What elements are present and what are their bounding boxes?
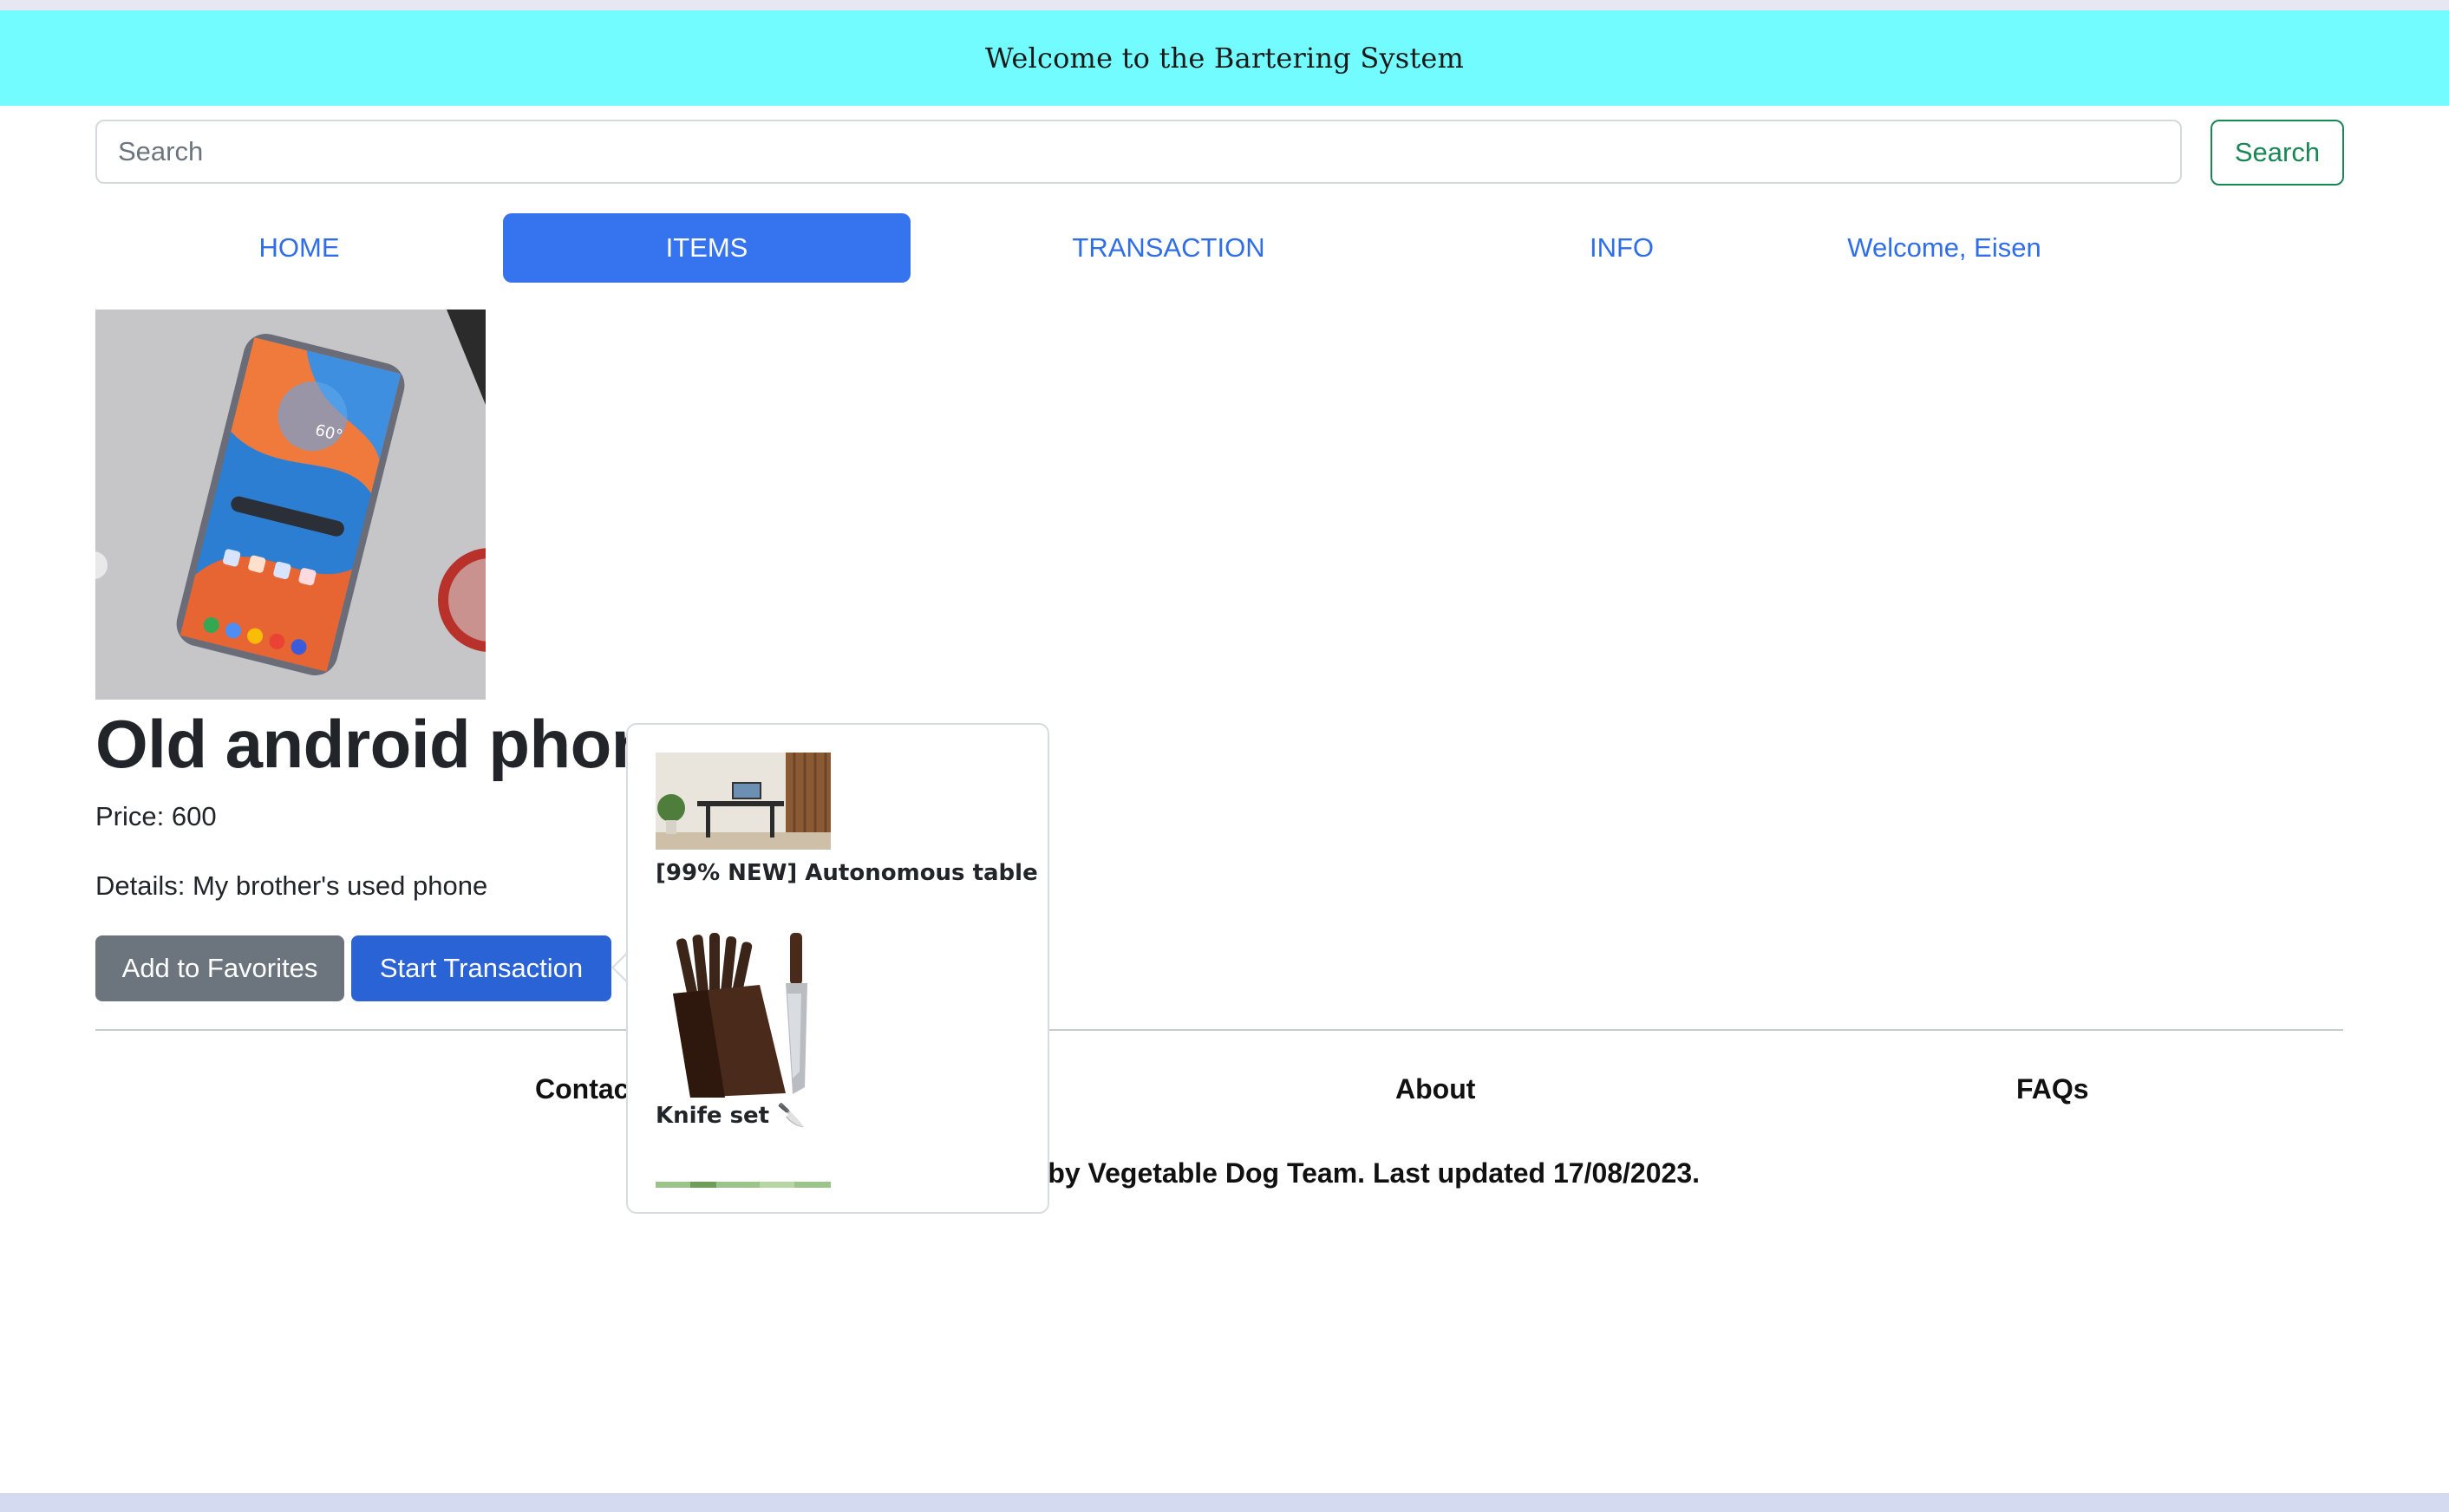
- nav-item-welcome-user[interactable]: Welcome, Eisen: [1804, 213, 2085, 283]
- product-title: Old android phone: [95, 706, 689, 782]
- transaction-item-popover: [99% NEW] Autonomous table Knife set �: [626, 723, 1049, 1214]
- product-details: Details: My brother's used phone: [95, 870, 488, 901]
- nav-item-info[interactable]: INFO: [1526, 213, 1717, 283]
- site-banner: Welcome to the Bartering System: [0, 10, 2449, 106]
- nav-item-transaction[interactable]: TRANSACTION: [997, 213, 1340, 283]
- product-price: Price: 600: [95, 801, 217, 831]
- popover-item-table-caption: [99% NEW] Autonomous table: [656, 860, 1038, 886]
- popover-item-knife-set-caption: Knife set 🔪: [656, 1103, 806, 1129]
- footer-link-faqs[interactable]: FAQs: [2016, 1073, 2089, 1105]
- knife-set-photo: [656, 933, 820, 1098]
- browser-bottom-edge: [0, 1493, 2449, 1512]
- add-to-favorites-button[interactable]: Add to Favorites: [95, 935, 344, 1001]
- desk-photo: [656, 753, 831, 850]
- search-button[interactable]: Search: [2211, 120, 2344, 186]
- nav-item-home[interactable]: HOME: [186, 213, 412, 283]
- footer-link-contact[interactable]: Contact: [535, 1073, 638, 1105]
- footer-link-about[interactable]: About: [1395, 1073, 1475, 1105]
- banner-title: Welcome to the Bartering System: [984, 42, 1465, 75]
- browser-top-edge: [0, 0, 2449, 10]
- product-image: 60°: [95, 310, 486, 700]
- start-transaction-button[interactable]: Start Transaction: [351, 935, 611, 1001]
- footer-divider: [95, 1029, 2343, 1031]
- plant-photo: [656, 1179, 831, 1188]
- search-input[interactable]: [95, 120, 2182, 184]
- nav-item-items[interactable]: ITEMS: [503, 213, 911, 283]
- phone-photo: 60°: [95, 310, 486, 700]
